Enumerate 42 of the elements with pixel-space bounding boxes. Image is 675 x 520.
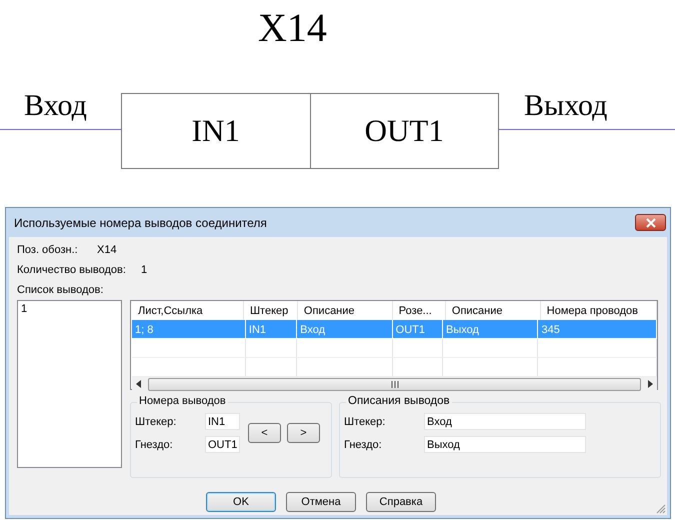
component-label: X14 bbox=[258, 4, 327, 52]
field-label: Штекер: bbox=[135, 416, 178, 428]
dialog-title: Используемые номера выводов соединителя bbox=[14, 216, 267, 230]
output-label: Выход bbox=[524, 88, 608, 124]
empty-table-cell bbox=[392, 339, 443, 358]
table-cell: Выход bbox=[442, 320, 538, 339]
field-label: Гнездо: bbox=[344, 438, 383, 450]
group-title: Номера выводов bbox=[137, 395, 228, 407]
input-label: Вход bbox=[24, 88, 87, 124]
scroll-left-icon[interactable] bbox=[136, 380, 142, 388]
arrow-button[interactable]: < bbox=[248, 423, 281, 443]
table-cell: Вход bbox=[297, 320, 393, 339]
field-value: 1 bbox=[141, 264, 148, 276]
input-field[interactable]: OUT1 bbox=[205, 436, 240, 453]
input-field[interactable]: Выход bbox=[424, 436, 586, 453]
field-label: Поз. обозн.: bbox=[17, 244, 79, 256]
dialog-button[interactable]: OK bbox=[206, 492, 276, 512]
table-cell: IN1 bbox=[246, 320, 298, 339]
pin-label: IN1 bbox=[192, 113, 240, 149]
input-field[interactable]: IN1 bbox=[205, 413, 240, 430]
close-button[interactable] bbox=[635, 214, 666, 231]
group-title: Описания выводов bbox=[346, 395, 452, 407]
list-label: Список выводов: bbox=[17, 284, 104, 296]
field-label: Штекер: bbox=[344, 416, 386, 428]
empty-table-cell bbox=[246, 339, 298, 358]
dialog-button[interactable]: Отмена bbox=[286, 492, 356, 512]
input-field[interactable]: Вход bbox=[424, 413, 586, 430]
table-cell: OUT1 bbox=[392, 320, 443, 339]
close-icon bbox=[646, 218, 656, 228]
scroll-right-icon[interactable] bbox=[647, 380, 653, 388]
field-value: X14 bbox=[97, 244, 117, 256]
field-label: Количество выводов: bbox=[17, 264, 127, 276]
pin-list[interactable]: 1 bbox=[17, 300, 122, 468]
list-item[interactable]: 1 bbox=[21, 303, 118, 315]
grip-icon bbox=[390, 380, 400, 388]
table-cell: 345 bbox=[538, 320, 657, 339]
arrow-button[interactable]: > bbox=[287, 423, 320, 443]
dialog-button[interactable]: Справка bbox=[366, 492, 436, 512]
pin-label: OUT1 bbox=[364, 113, 444, 149]
table-cell: 1; 8 bbox=[132, 320, 246, 339]
field-label: Гнездо: bbox=[135, 438, 174, 450]
resize-grip-icon[interactable] bbox=[656, 504, 666, 514]
